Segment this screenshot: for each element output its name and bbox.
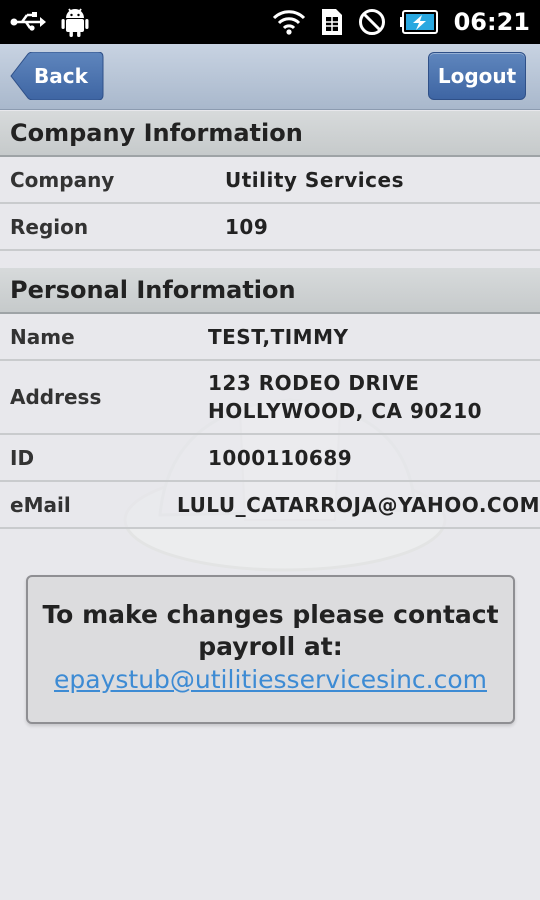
address-row: Address 123 RODEO DRIVE HOLLYWOOD, CA 90… bbox=[0, 361, 540, 435]
back-button[interactable]: Back bbox=[10, 52, 104, 100]
region-value: 109 bbox=[225, 214, 269, 239]
back-button-label: Back bbox=[34, 64, 88, 88]
wifi-icon bbox=[272, 8, 306, 36]
sim-icon bbox=[320, 7, 344, 37]
company-information-section: Company Information Company Utility Serv… bbox=[0, 111, 540, 251]
company-row: Company Utility Services bbox=[0, 157, 540, 204]
android-debug-icon bbox=[60, 6, 90, 38]
contact-message-line-1: To make changes please contact bbox=[42, 600, 499, 629]
email-row: eMail LULU_CATARROJA@YAHOO.COM bbox=[0, 482, 540, 529]
status-bar-right: 06:21 bbox=[272, 7, 530, 37]
clock: 06:21 bbox=[453, 8, 530, 36]
region-row: Region 109 bbox=[0, 204, 540, 251]
logout-button-label: Logout bbox=[437, 64, 517, 88]
status-bar: 06:21 bbox=[0, 0, 540, 44]
address-value: 123 RODEO DRIVE HOLLYWOOD, CA 90210 bbox=[208, 369, 482, 425]
contact-payroll-box: To make changes please contact payroll a… bbox=[26, 575, 515, 724]
email-value: LULU_CATARROJA@YAHOO.COM bbox=[177, 492, 540, 517]
email-label: eMail bbox=[10, 492, 71, 517]
name-row: Name TEST,TIMMY bbox=[0, 314, 540, 361]
address-label: Address bbox=[10, 385, 102, 409]
id-label: ID bbox=[10, 445, 35, 470]
contact-message-line-2: payroll at: bbox=[198, 632, 343, 661]
address-line-2: HOLLYWOOD, CA 90210 bbox=[208, 399, 483, 423]
region-label: Region bbox=[10, 214, 89, 239]
battery-charging-icon bbox=[399, 9, 440, 35]
id-row: ID 1000110689 bbox=[0, 435, 540, 482]
logout-button[interactable]: Logout bbox=[428, 52, 526, 100]
title-bar: Back Logout bbox=[0, 44, 540, 110]
personal-information-header: Personal Information bbox=[0, 268, 540, 314]
usb-icon bbox=[10, 11, 46, 33]
address-line-1: 123 RODEO DRIVE bbox=[208, 371, 420, 395]
id-value: 1000110689 bbox=[208, 445, 353, 470]
name-value: TEST,TIMMY bbox=[208, 324, 349, 349]
company-information-header: Company Information bbox=[0, 111, 540, 157]
payroll-email-link[interactable]: epaystub@utilitiesservicesinc.com bbox=[54, 663, 487, 697]
name-label: Name bbox=[10, 324, 75, 349]
company-label: Company bbox=[10, 167, 115, 192]
company-value: Utility Services bbox=[225, 167, 404, 192]
personal-information-section: Personal Information Name TEST,TIMMY Add… bbox=[0, 268, 540, 529]
status-bar-left bbox=[10, 6, 90, 38]
no-signal-icon bbox=[358, 8, 386, 36]
